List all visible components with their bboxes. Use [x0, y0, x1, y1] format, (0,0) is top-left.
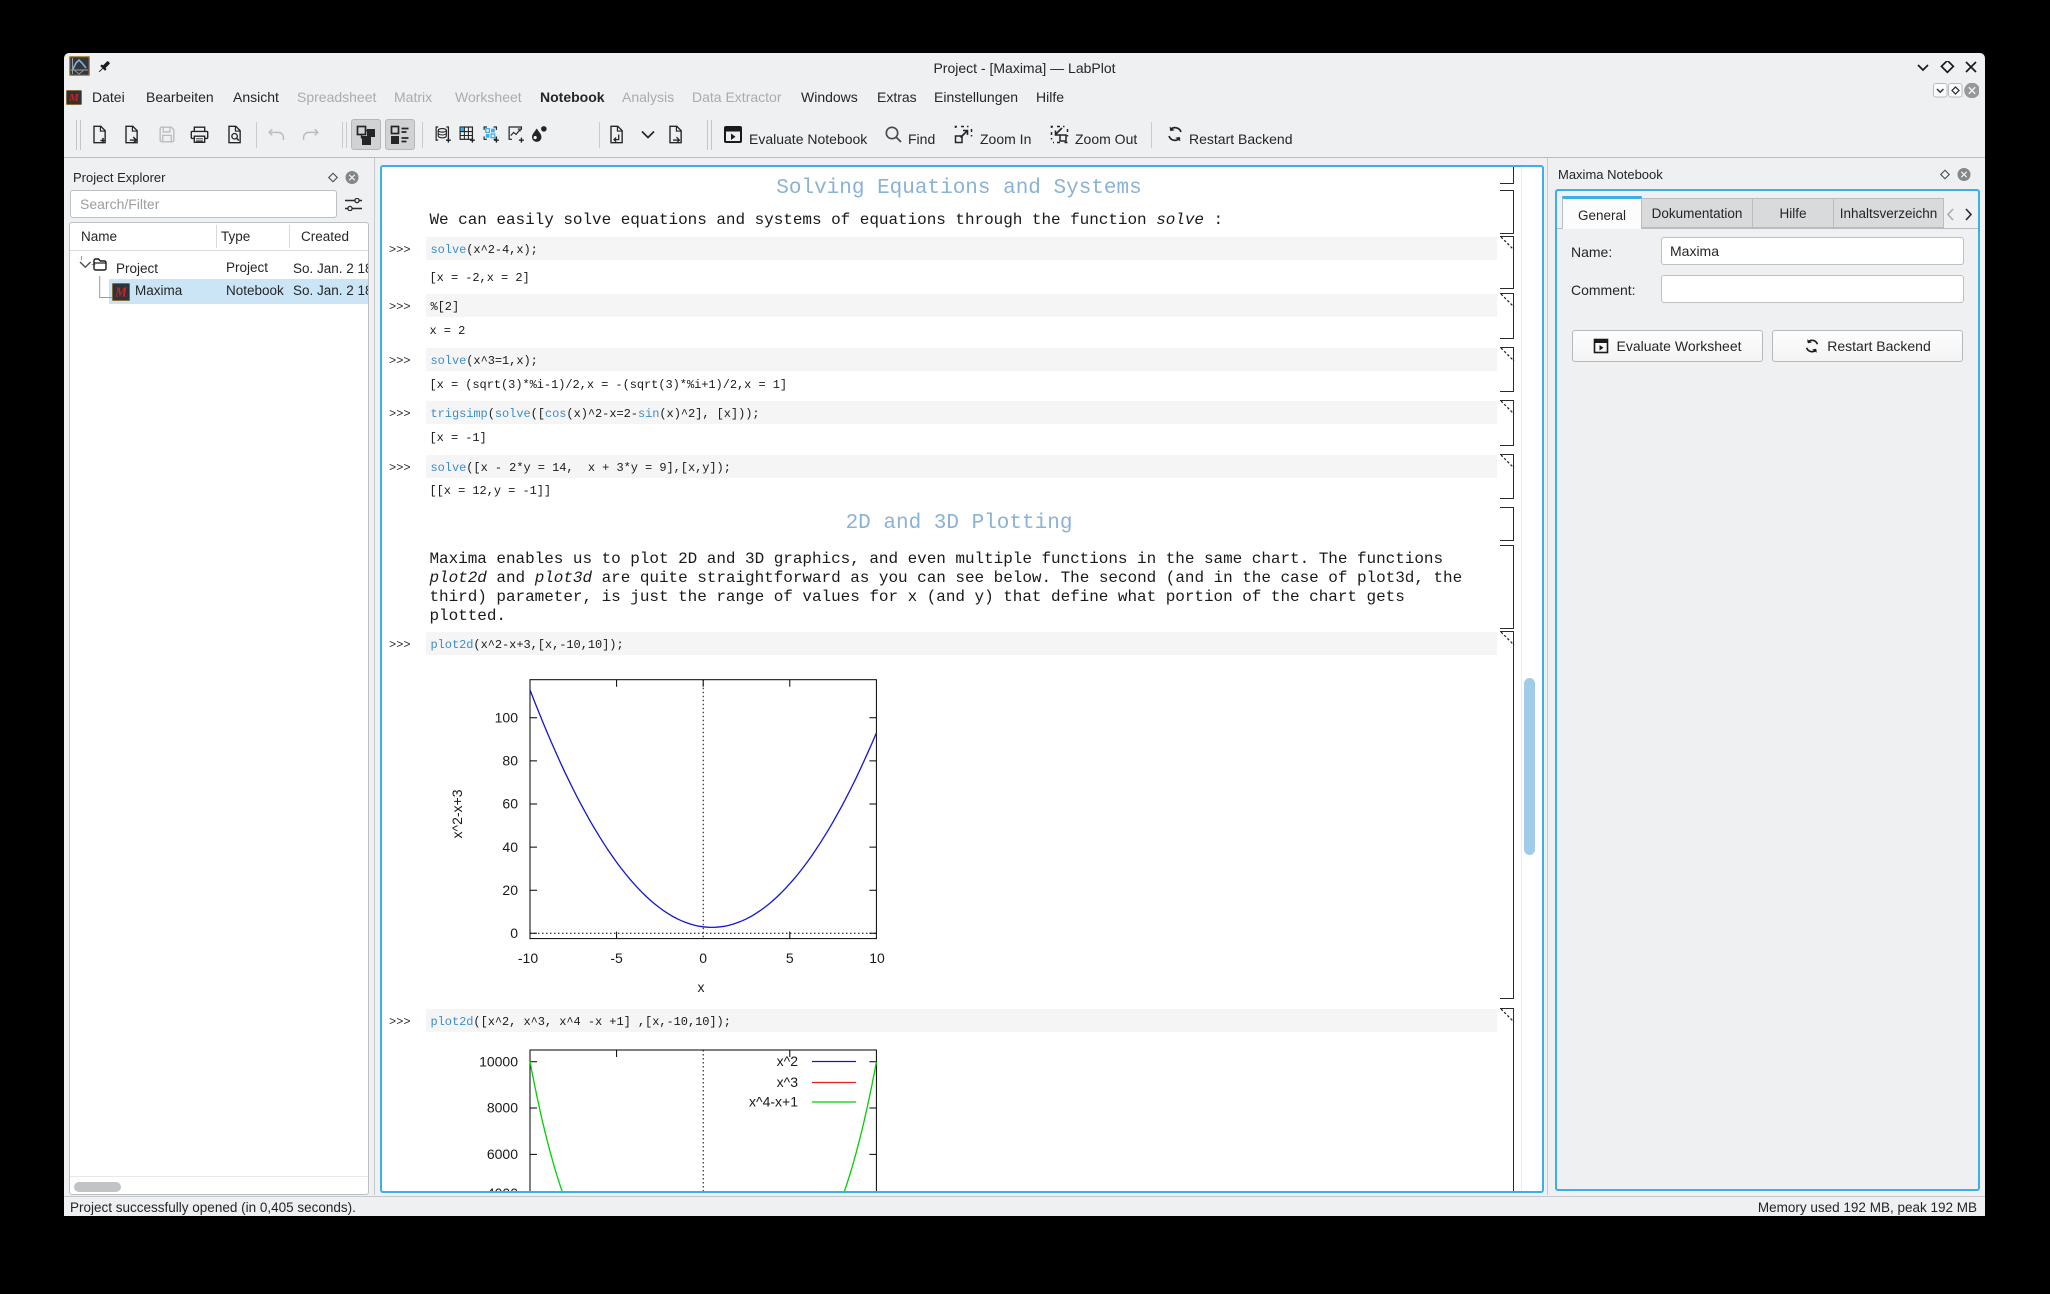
svg-text:-5: -5 [610, 950, 623, 966]
svg-text:40: 40 [502, 839, 518, 855]
svg-text:x^3: x^3 [777, 1074, 799, 1090]
svg-text:10000: 10000 [479, 1053, 518, 1069]
svg-text:20: 20 [502, 882, 518, 898]
svg-text:0: 0 [699, 950, 707, 966]
svg-text:-10: -10 [518, 950, 538, 966]
svg-text:x^4-x+1: x^4-x+1 [749, 1094, 798, 1110]
svg-text:80: 80 [502, 753, 518, 769]
svg-text:4000: 4000 [487, 1185, 518, 1193]
svg-text:10: 10 [869, 950, 885, 966]
svg-text:8000: 8000 [487, 1100, 518, 1116]
svg-text:100: 100 [495, 710, 519, 726]
svg-text:5: 5 [786, 950, 794, 966]
svg-text:x: x [698, 979, 705, 995]
svg-text:60: 60 [502, 796, 518, 812]
svg-text:6000: 6000 [487, 1146, 518, 1162]
svg-text:M: M [114, 284, 128, 299]
svg-text:0: 0 [510, 925, 518, 941]
svg-text:x^2-x+3: x^2-x+3 [449, 789, 465, 838]
svg-text:x^2: x^2 [777, 1053, 799, 1069]
